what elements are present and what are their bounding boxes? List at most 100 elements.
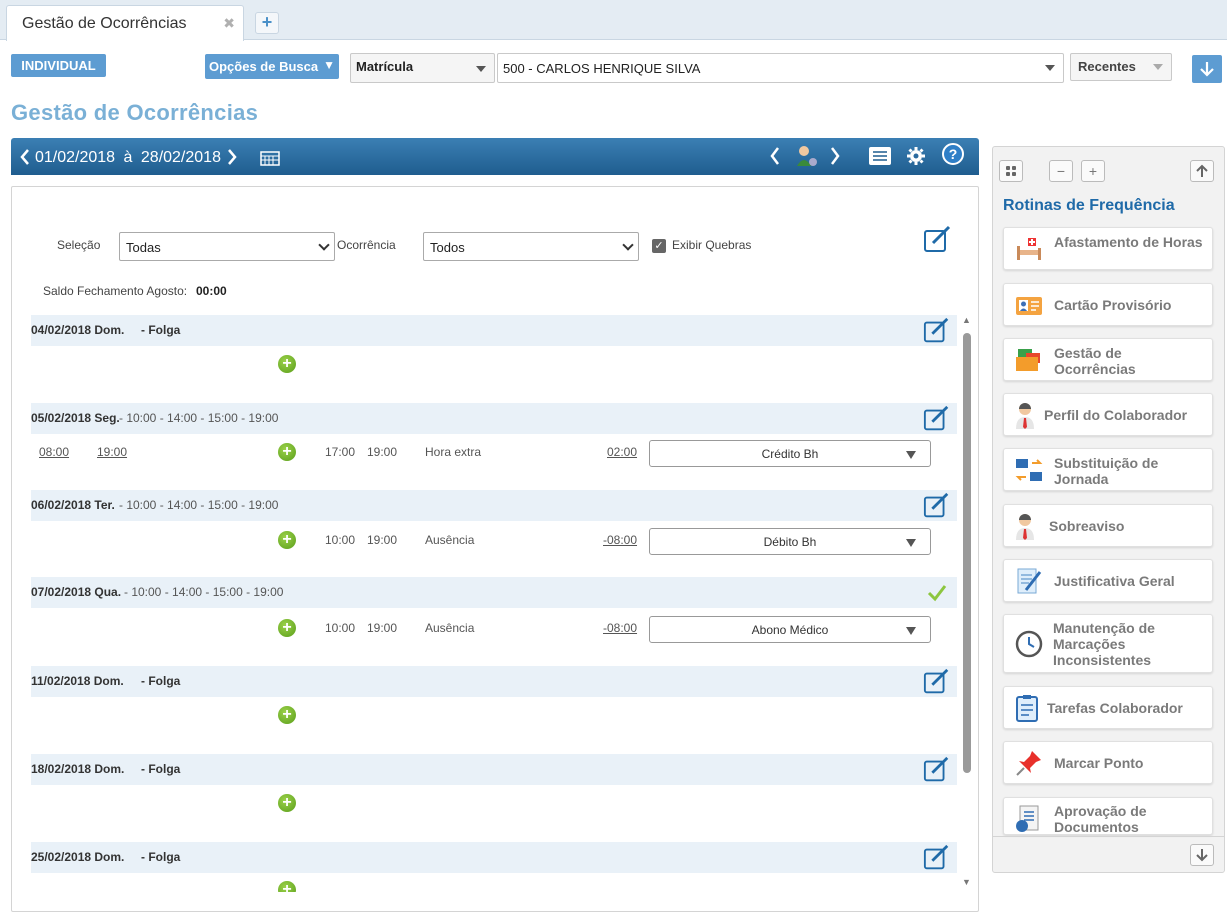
show-breaks-checkbox[interactable]: ✓ — [652, 239, 666, 253]
period-end[interactable]: 28/02/2018 — [141, 149, 221, 166]
recent-label: Recentes — [1078, 59, 1136, 74]
punch-out-link[interactable]: 19:00 — [97, 445, 127, 459]
frequency-routines-panel: − + Rotinas de Frequência Afastamento de… — [992, 146, 1225, 873]
routine-gestao-de-ocorrencias[interactable]: Gestão de Ocorrências — [1003, 338, 1213, 381]
day-folga: - Folga — [141, 674, 181, 688]
add-occurrence-button[interactable]: + — [278, 355, 296, 373]
routine-marcar-ponto[interactable]: Marcar Ponto — [1003, 741, 1213, 784]
routine-justificativa-geral[interactable]: Justificativa Geral — [1003, 559, 1213, 602]
tab-gestao-ocorrencias[interactable]: Gestão de Ocorrências ✖ — [6, 5, 244, 41]
search-options-button[interactable]: Opções de Busca ▼ — [205, 54, 339, 79]
day-date: 05/02/2018 Seg. — [31, 411, 120, 425]
plus-icon: + — [1088, 163, 1098, 179]
chevron-left-icon[interactable] — [769, 146, 781, 166]
day-date: 25/02/2018 Dom. — [31, 850, 125, 864]
search-field-select[interactable]: Matrícula — [350, 53, 495, 83]
routine-manutencao-marcacoes[interactable]: Manutenção de Marcações Inconsistentes — [1003, 614, 1213, 673]
edit-icon[interactable] — [923, 317, 951, 345]
calendar-icon[interactable] — [260, 150, 280, 166]
collapse-button[interactable]: − — [1049, 160, 1073, 182]
minus-icon: − — [1056, 163, 1066, 179]
employee-icon[interactable] — [795, 144, 819, 168]
individual-button[interactable]: INDIVIDUAL — [11, 54, 106, 77]
routine-sobreaviso[interactable]: Sobreaviso — [1003, 504, 1213, 547]
selection-select[interactable]: Todas — [119, 232, 335, 261]
scroll-up-icon[interactable]: ▲ — [962, 315, 971, 325]
routine-perfil-do-colaborador[interactable]: Perfil do Colaborador — [1003, 393, 1213, 436]
day-date: 04/02/2018 Dom. — [31, 323, 125, 337]
add-occurrence-button[interactable]: + — [278, 794, 296, 812]
add-occurrence-button[interactable]: + — [278, 443, 296, 461]
scroll-up-button[interactable] — [1190, 160, 1214, 182]
expand-button[interactable]: + — [1081, 160, 1105, 182]
day-folga: - Folga — [141, 323, 181, 337]
arrow-down-icon — [1200, 62, 1214, 77]
help-icon[interactable]: ? — [941, 142, 965, 166]
edit-icon[interactable] — [923, 756, 951, 784]
routine-label: Perfil do Colaborador — [1044, 407, 1188, 423]
edit-icon[interactable] — [923, 844, 951, 872]
occurrence-type: Ausência — [425, 621, 475, 635]
occurrence-hours[interactable]: 02:00 — [607, 445, 637, 459]
day-folga: - Folga — [141, 762, 181, 776]
close-icon[interactable]: ✖ — [223, 15, 235, 32]
routine-afastamento-de-horas[interactable]: Afastamento de Horas — [1003, 227, 1213, 270]
routine-label: Aprovação de Documentos — [1054, 803, 1147, 835]
edit-icon[interactable] — [923, 492, 951, 520]
page-title: Gestão de Ocorrências — [11, 100, 259, 125]
pushpin-icon — [1016, 751, 1041, 776]
chevron-left-icon[interactable] — [19, 148, 31, 166]
routine-tarefas-colaborador[interactable]: Tarefas Colaborador — [1003, 686, 1213, 729]
employee-select[interactable]: 500 - CARLOS HENRIQUE SILVA — [497, 53, 1064, 83]
scroll-down-button[interactable] — [1190, 844, 1214, 866]
folders-icon — [1016, 349, 1040, 371]
routine-label: Marcar Ponto — [1054, 755, 1144, 771]
occurrence-action-value: Crédito Bh — [761, 447, 819, 461]
chevron-right-icon[interactable] — [829, 146, 841, 166]
gear-icon[interactable] — [906, 146, 926, 166]
add-occurrence-button[interactable]: + — [278, 706, 296, 724]
occurrence-hours[interactable]: -08:00 — [603, 621, 637, 635]
id-card-icon — [1016, 297, 1042, 315]
occurrence-end: 19:00 — [367, 533, 398, 547]
occurrence-value: Todos — [430, 240, 465, 255]
list-icon[interactable] — [868, 146, 892, 166]
edit-icon[interactable] — [923, 405, 951, 433]
routine-cartao-provisorio[interactable]: Cartão Provisório — [1003, 283, 1213, 326]
day-date: 18/02/2018 Dom. — [31, 762, 125, 776]
occurrence-action-select[interactable]: Crédito Bh — [649, 440, 931, 467]
edit-icon[interactable] — [923, 668, 951, 696]
add-occurrence-button[interactable]: + — [278, 881, 296, 892]
scrollbar[interactable]: ▲ ▼ — [960, 315, 974, 893]
recent-select[interactable]: Recentes — [1070, 53, 1172, 81]
svg-text:?: ? — [949, 146, 958, 162]
occurrence-start: 17:00 — [325, 445, 356, 459]
punch-in-link[interactable]: 08:00 — [39, 445, 69, 459]
add-tab-button[interactable]: + — [255, 12, 279, 34]
occurrence-select[interactable]: Todos — [423, 232, 639, 261]
grid-view-button[interactable] — [999, 160, 1023, 182]
scroll-down-icon[interactable]: ▼ — [962, 877, 971, 887]
chevron-right-icon[interactable] — [226, 148, 238, 166]
scrollbar-thumb[interactable] — [963, 333, 971, 773]
routine-substituicao-de-jornada[interactable]: Substituição de Jornada — [1003, 448, 1213, 491]
add-occurrence-button[interactable]: + — [278, 619, 296, 637]
routine-label: Tarefas Colaborador — [1047, 700, 1183, 716]
day-schedule: - 10:00 - 14:00 - 15:00 - 19:00 — [119, 411, 279, 425]
download-button[interactable] — [1192, 55, 1222, 83]
edit-icon[interactable] — [923, 225, 953, 255]
routine-aprovacao-de-documentos[interactable]: Aprovação de Documentos — [1003, 797, 1213, 835]
grid-icon — [1006, 166, 1016, 176]
occurrence-hours[interactable]: -08:00 — [603, 533, 637, 547]
occurrence-end: 19:00 — [367, 621, 398, 635]
occurrence-action-select[interactable]: Abono Médico — [649, 616, 931, 643]
add-occurrence-button[interactable]: + — [278, 531, 296, 549]
period-start[interactable]: 01/02/2018 — [35, 149, 115, 166]
day-row: 05/02/2018 Seg. - 10:00 - 14:00 - 15:00 … — [31, 403, 957, 434]
plus-icon: + — [278, 881, 296, 892]
occurrence-action-select[interactable]: Débito Bh — [649, 528, 931, 555]
day-schedule: - 10:00 - 14:00 - 15:00 - 19:00 — [119, 498, 279, 512]
occurrences-panel: Seleção Todas Ocorrência Todos ✓ Exibir … — [11, 186, 979, 912]
period-bar: 01/02/2018 à 28/02/2018 ? — [11, 138, 979, 175]
occurrence-start: 10:00 — [325, 533, 356, 547]
